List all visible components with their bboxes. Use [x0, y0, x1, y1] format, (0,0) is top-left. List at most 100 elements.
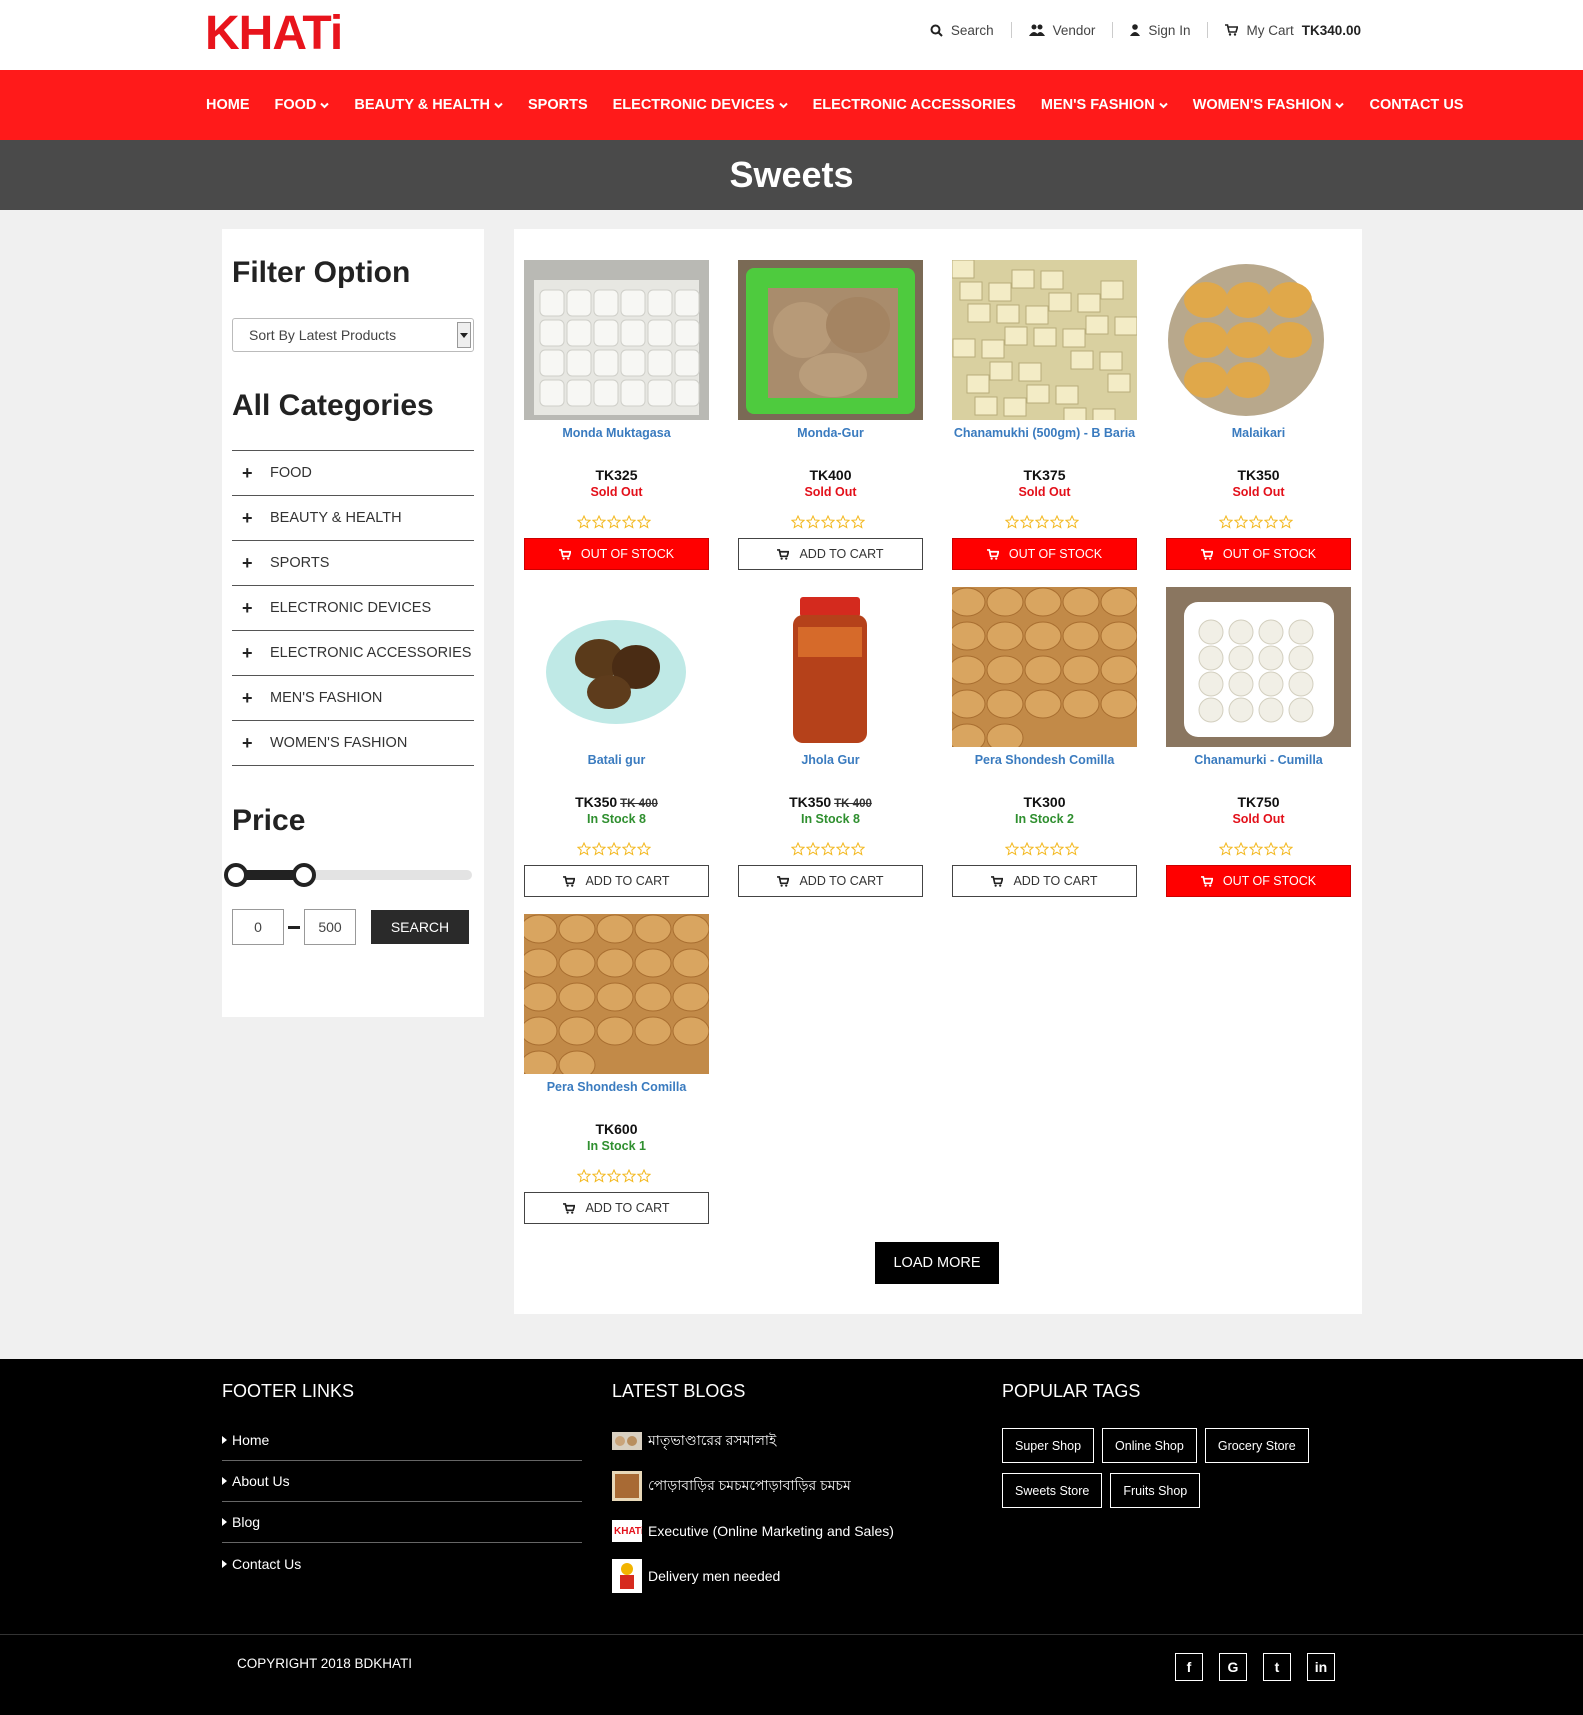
- star-icon[interactable]: [1219, 515, 1233, 529]
- search-link[interactable]: Search: [913, 22, 1011, 38]
- tag-button[interactable]: Online Shop: [1102, 1428, 1197, 1463]
- price-search-button[interactable]: SEARCH: [371, 910, 469, 944]
- star-icon[interactable]: [1234, 515, 1248, 529]
- linkedin-icon[interactable]: in: [1307, 1653, 1335, 1681]
- star-icon[interactable]: [821, 515, 835, 529]
- star-icon[interactable]: [1050, 515, 1064, 529]
- twitter-icon[interactable]: t: [1263, 1653, 1291, 1681]
- blog-item[interactable]: মাতৃভাণ্ডারের রসমালাই: [612, 1418, 952, 1463]
- star-icon[interactable]: [821, 842, 835, 856]
- star-icon[interactable]: [836, 842, 850, 856]
- price-max-input[interactable]: 500: [304, 909, 356, 945]
- product-name[interactable]: Pera Shondesh Comilla: [524, 1080, 709, 1094]
- product-image[interactable]: [524, 914, 709, 1074]
- star-icon[interactable]: [577, 1169, 591, 1183]
- nav-item-contact-us[interactable]: CONTACT US: [1369, 97, 1463, 113]
- nav-item-men-s-fashion[interactable]: MEN'S FASHION: [1041, 97, 1168, 113]
- star-icon[interactable]: [622, 515, 636, 529]
- price-slider-max-handle[interactable]: [292, 863, 316, 887]
- star-icon[interactable]: [1279, 842, 1293, 856]
- nav-item-beauty-health[interactable]: BEAUTY & HEALTH: [354, 97, 503, 113]
- blog-item[interactable]: Delivery men needed: [612, 1553, 952, 1598]
- star-icon[interactable]: [607, 515, 621, 529]
- star-icon[interactable]: [1065, 515, 1079, 529]
- star-icon[interactable]: [1035, 515, 1049, 529]
- star-icon[interactable]: [592, 1169, 606, 1183]
- blog-item[interactable]: KHATi Executive (Online Marketing and Sal…: [612, 1508, 952, 1553]
- star-icon[interactable]: [851, 515, 865, 529]
- khati-logo[interactable]: KHATi: [205, 8, 350, 52]
- category-item[interactable]: + ELECTRONIC DEVICES: [232, 586, 474, 631]
- nav-item-sports[interactable]: SPORTS: [528, 97, 588, 113]
- tag-button[interactable]: Fruits Shop: [1110, 1473, 1201, 1508]
- nav-item-electronic-devices[interactable]: ELECTRONIC DEVICES: [613, 97, 788, 113]
- star-icon[interactable]: [637, 515, 651, 529]
- star-icon[interactable]: [1249, 842, 1263, 856]
- star-icon[interactable]: [836, 515, 850, 529]
- nav-item-home[interactable]: HOME: [206, 97, 250, 113]
- star-icon[interactable]: [1005, 842, 1019, 856]
- star-icon[interactable]: [1050, 842, 1064, 856]
- blog-item[interactable]: পোড়াবাড়ির চমচমপোড়াবাড়ির চমচম: [612, 1463, 952, 1508]
- product-image[interactable]: [738, 587, 923, 747]
- plus-icon[interactable]: +: [242, 463, 254, 484]
- product-name[interactable]: Jhola Gur: [738, 753, 923, 767]
- product-name[interactable]: Batali gur: [524, 753, 709, 767]
- footer-link[interactable]: Blog: [222, 1502, 582, 1543]
- product-image[interactable]: [524, 587, 709, 747]
- star-icon[interactable]: [1249, 515, 1263, 529]
- star-icon[interactable]: [1264, 842, 1278, 856]
- star-icon[interactable]: [1020, 842, 1034, 856]
- star-icon[interactable]: [607, 842, 621, 856]
- star-icon[interactable]: [622, 842, 636, 856]
- google-icon[interactable]: G: [1219, 1653, 1247, 1681]
- star-icon[interactable]: [1279, 515, 1293, 529]
- plus-icon[interactable]: +: [242, 553, 254, 574]
- sort-select[interactable]: Sort By Latest Products: [232, 318, 474, 352]
- nav-item-electronic-accessories[interactable]: ELECTRONIC ACCESSORIES: [813, 97, 1016, 113]
- nav-item-food[interactable]: FOOD: [275, 97, 330, 113]
- out-of-stock-button[interactable]: OUT OF STOCK: [1166, 865, 1351, 897]
- vendor-link[interactable]: Vendor: [1010, 22, 1113, 38]
- add-to-cart-button[interactable]: ADD TO CART: [738, 865, 923, 897]
- add-to-cart-button[interactable]: ADD TO CART: [524, 1192, 709, 1224]
- tag-button[interactable]: Sweets Store: [1002, 1473, 1103, 1508]
- category-item[interactable]: + BEAUTY & HEALTH: [232, 496, 474, 541]
- add-to-cart-button[interactable]: ADD TO CART: [952, 865, 1137, 897]
- star-icon[interactable]: [1219, 842, 1233, 856]
- price-slider[interactable]: [224, 863, 472, 887]
- product-image[interactable]: [952, 587, 1137, 747]
- product-name[interactable]: Chanamurki - Cumilla: [1166, 753, 1351, 767]
- category-item[interactable]: + FOOD: [232, 451, 474, 496]
- category-item[interactable]: + MEN'S FASHION: [232, 676, 474, 721]
- star-icon[interactable]: [607, 1169, 621, 1183]
- plus-icon[interactable]: +: [242, 508, 254, 529]
- star-icon[interactable]: [592, 515, 606, 529]
- star-icon[interactable]: [791, 515, 805, 529]
- product-name[interactable]: Chanamukhi (500gm) - B Baria: [952, 426, 1137, 440]
- star-icon[interactable]: [577, 842, 591, 856]
- star-icon[interactable]: [1005, 515, 1019, 529]
- star-icon[interactable]: [1234, 842, 1248, 856]
- plus-icon[interactable]: +: [242, 733, 254, 754]
- star-icon[interactable]: [1035, 842, 1049, 856]
- price-slider-min-handle[interactable]: [224, 863, 248, 887]
- product-name[interactable]: Pera Shondesh Comilla: [952, 753, 1137, 767]
- category-item[interactable]: + SPORTS: [232, 541, 474, 586]
- facebook-icon[interactable]: f: [1175, 1653, 1203, 1681]
- star-icon[interactable]: [622, 1169, 636, 1183]
- product-image[interactable]: [524, 260, 709, 420]
- plus-icon[interactable]: +: [242, 598, 254, 619]
- star-icon[interactable]: [1264, 515, 1278, 529]
- product-name[interactable]: Malaikari: [1166, 426, 1351, 440]
- load-more-button[interactable]: LOAD MORE: [875, 1242, 999, 1284]
- star-icon[interactable]: [1065, 842, 1079, 856]
- product-image[interactable]: [1166, 587, 1351, 747]
- footer-link[interactable]: Home: [222, 1420, 582, 1461]
- product-name[interactable]: Monda Muktagasa: [524, 426, 709, 440]
- star-icon[interactable]: [851, 842, 865, 856]
- star-icon[interactable]: [592, 842, 606, 856]
- star-icon[interactable]: [637, 1169, 651, 1183]
- price-min-input[interactable]: 0: [232, 909, 284, 945]
- product-name[interactable]: Monda-Gur: [738, 426, 923, 440]
